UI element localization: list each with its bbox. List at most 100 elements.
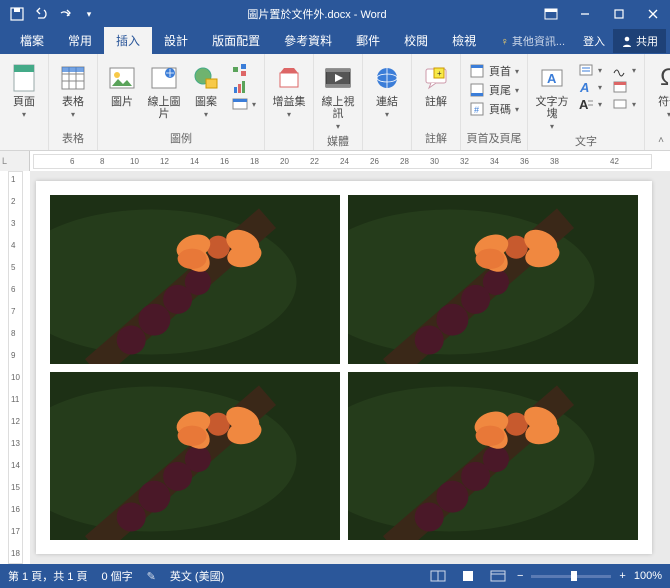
- close-button[interactable]: [636, 0, 670, 28]
- textbox-button[interactable]: A 文字方塊▾: [532, 60, 572, 133]
- ruler-corner: L: [0, 151, 30, 171]
- status-words[interactable]: 0 個字: [101, 568, 132, 584]
- symbol-button[interactable]: Ω 符號▾: [649, 60, 670, 121]
- maximize-button[interactable]: [602, 0, 636, 28]
- quickparts-button[interactable]: ▾: [574, 62, 606, 78]
- tab-layout[interactable]: 版面配置: [200, 27, 272, 54]
- chart-button[interactable]: [228, 79, 260, 95]
- zoom-slider[interactable]: [531, 575, 611, 578]
- person-icon: [621, 35, 633, 47]
- signature-button[interactable]: ▾: [608, 62, 640, 78]
- cover-page-label: 頁面: [13, 96, 35, 108]
- link-button[interactable]: 連結▾: [367, 60, 407, 121]
- status-page[interactable]: 第 1 頁，共 1 頁: [8, 568, 87, 584]
- qat-customize[interactable]: ▾: [78, 3, 100, 25]
- document-area: 123456789101112131415161718: [0, 171, 670, 564]
- ruler-horizontal[interactable]: 6810121416182022242628303234363842: [33, 154, 652, 169]
- zoom-level[interactable]: 100%: [634, 570, 662, 582]
- group-pages: 頁面▾: [0, 54, 49, 150]
- ribbon: 頁面▾ 表格▾ 表格 圖片 線上圖片 圖案▾: [0, 54, 670, 151]
- shapes-label: 圖案: [195, 96, 217, 108]
- save-button[interactable]: [6, 3, 28, 25]
- zoom-in-button[interactable]: +: [619, 570, 625, 582]
- group-illustrations-label: 圖例: [170, 130, 192, 148]
- cover-page-button[interactable]: 頁面▾: [4, 60, 44, 121]
- online-pictures-button[interactable]: 線上圖片: [144, 60, 184, 122]
- screenshot-button[interactable]: ▾: [228, 96, 260, 112]
- redo-button[interactable]: [54, 3, 76, 25]
- page-sheet[interactable]: [36, 181, 652, 554]
- smartart-button[interactable]: [228, 62, 260, 78]
- minimize-button[interactable]: [568, 0, 602, 28]
- symbol-icon: Ω: [653, 62, 670, 94]
- inserted-image-3[interactable]: [50, 372, 340, 541]
- svg-text:A: A: [579, 97, 589, 111]
- ribbon-display-options[interactable]: [534, 0, 568, 28]
- svg-text:#: #: [474, 105, 479, 115]
- status-bar: 第 1 頁，共 1 頁 0 個字 ✎ 英文 (美國) − + 100%: [0, 564, 670, 588]
- tab-mailings[interactable]: 郵件: [344, 27, 392, 54]
- title-bar: ▾ 圖片置於文件外.docx - Word: [0, 0, 670, 28]
- view-read-mode[interactable]: [427, 567, 449, 585]
- datetime-button[interactable]: [608, 79, 640, 95]
- signin-link[interactable]: 登入: [575, 28, 613, 54]
- video-button[interactable]: 線上視訊▾: [318, 60, 358, 133]
- dropcap-icon: A: [578, 97, 594, 111]
- store-icon: [273, 62, 305, 94]
- header-label: 頁首: [489, 63, 511, 79]
- status-proofing-icon[interactable]: ✎: [147, 570, 156, 583]
- collapse-ribbon-button[interactable]: ˄: [658, 135, 664, 146]
- footer-icon: [469, 83, 485, 97]
- comment-label: 註解: [425, 96, 447, 108]
- tell-me[interactable]: ♀其他資訊...: [491, 33, 575, 49]
- screenshot-icon: [232, 97, 248, 111]
- tab-design[interactable]: 設計: [152, 27, 200, 54]
- view-web-layout[interactable]: [487, 567, 509, 585]
- chart-icon: [232, 80, 248, 94]
- inserted-image-4[interactable]: [348, 372, 638, 541]
- dropcap-button[interactable]: A▾: [574, 96, 606, 112]
- ruler-vertical[interactable]: 123456789101112131415161718: [0, 171, 30, 564]
- tab-view[interactable]: 檢視: [440, 27, 488, 54]
- header-button[interactable]: 頁首▾: [465, 62, 523, 80]
- group-tables-label: 表格: [62, 130, 84, 148]
- zoom-out-button[interactable]: −: [517, 570, 523, 582]
- status-language[interactable]: 英文 (美國): [170, 568, 224, 584]
- header-icon: [469, 64, 485, 78]
- store-label: 增益集: [273, 96, 306, 108]
- object-button[interactable]: ▾: [608, 96, 640, 112]
- tab-insert[interactable]: 插入: [104, 27, 152, 54]
- tab-review[interactable]: 校閱: [392, 27, 440, 54]
- wordart-button[interactable]: A▾: [574, 79, 606, 95]
- group-headerfooter-label: 頁首及頁尾: [467, 130, 522, 148]
- group-media: 線上視訊▾ 媒體: [314, 54, 363, 150]
- textbox-label: 文字方塊: [534, 96, 570, 120]
- ribbon-tabs: 檔案 常用 插入 設計 版面配置 參考資料 郵件 校閱 檢視 ♀其他資訊... …: [0, 28, 670, 54]
- footer-label: 頁尾: [489, 82, 511, 98]
- group-tables: 表格▾ 表格: [49, 54, 98, 150]
- tab-references[interactable]: 參考資料: [272, 27, 344, 54]
- inserted-image-2[interactable]: [348, 195, 638, 364]
- quick-access-toolbar: ▾: [0, 3, 100, 25]
- share-button[interactable]: 共用: [613, 29, 666, 53]
- group-text: A 文字方塊▾ ▾ A▾ A▾ ▾ ▾ 文字: [528, 54, 645, 150]
- group-illustrations: 圖片 線上圖片 圖案▾ ▾ 圖例: [98, 54, 265, 150]
- svg-text:+: +: [437, 69, 442, 78]
- table-button[interactable]: 表格▾: [53, 60, 93, 121]
- pagenum-label: 頁碼: [489, 101, 511, 117]
- footer-button[interactable]: 頁尾▾: [465, 81, 523, 99]
- pagenum-button[interactable]: #頁碼▾: [465, 100, 523, 118]
- view-print-layout[interactable]: [457, 567, 479, 585]
- tab-file[interactable]: 檔案: [8, 27, 56, 54]
- object-icon: [612, 97, 628, 111]
- inserted-image-1[interactable]: [50, 195, 340, 364]
- page-icon: [8, 62, 40, 94]
- tab-home[interactable]: 常用: [56, 27, 104, 54]
- ruler-horizontal-area: L 6810121416182022242628303234363842: [0, 151, 670, 171]
- undo-button[interactable]: [30, 3, 52, 25]
- pictures-button[interactable]: 圖片: [102, 60, 142, 110]
- comment-button[interactable]: + 註解: [416, 60, 456, 110]
- link-label: 連結: [376, 96, 398, 108]
- store-button[interactable]: 增益集▾: [269, 60, 309, 121]
- shapes-button[interactable]: 圖案▾: [186, 60, 226, 121]
